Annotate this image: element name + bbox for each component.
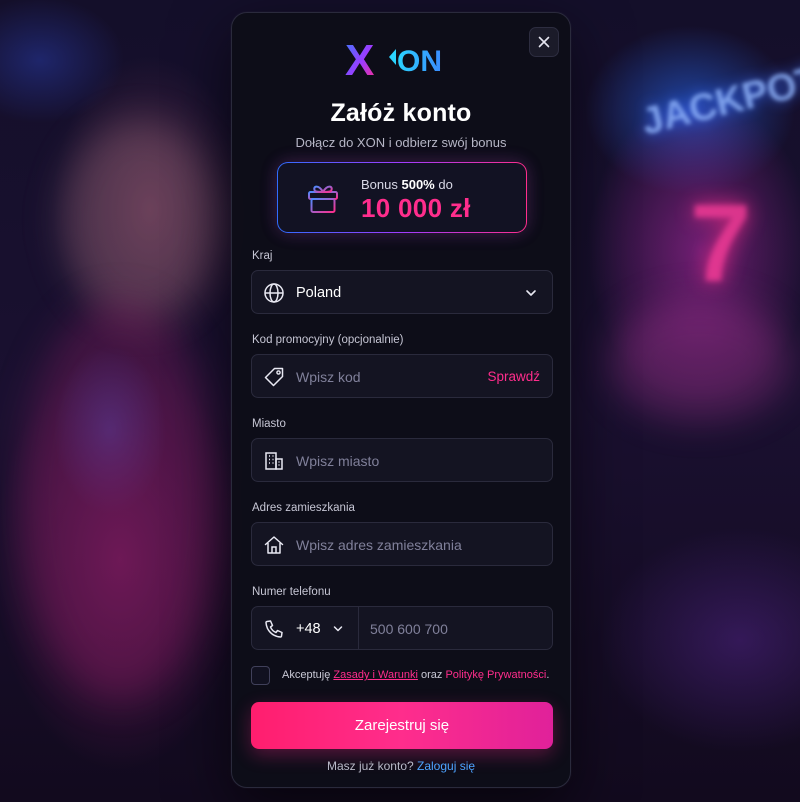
- globe-icon: [264, 283, 284, 303]
- login-link[interactable]: Zaloguj się: [417, 759, 475, 773]
- city-label: Miasto: [252, 418, 286, 430]
- chevron-down-icon[interactable]: [332, 623, 344, 635]
- svg-text:ON: ON: [397, 45, 442, 78]
- address-input[interactable]: Wpisz adres zamieszkania: [251, 522, 553, 566]
- dial-code-select[interactable]: +48: [296, 621, 321, 637]
- bg-slot-seven: 7: [690, 182, 752, 305]
- signup-modal: X ON Załóż konto Dołącz do XON i odbierz…: [231, 12, 571, 788]
- promo-label: Kod promocyjny (opcjonalnie): [252, 334, 404, 346]
- phone-field: +48 500 600 700: [251, 606, 553, 650]
- gift-icon: [308, 185, 338, 213]
- city-placeholder: Wpisz miasto: [296, 453, 380, 469]
- bg-jackpot-sign: JACKPOT: [637, 58, 800, 144]
- terms-checkbox[interactable]: [251, 666, 270, 685]
- login-prompt: Masz już konto? Zaloguj się: [326, 759, 476, 773]
- city-input[interactable]: Wpisz miasto: [251, 438, 553, 482]
- svg-text:X: X: [345, 36, 374, 81]
- check-promo-button[interactable]: Sprawdź: [487, 369, 540, 384]
- country-select[interactable]: Poland: [251, 270, 553, 314]
- xon-logo: X ON: [232, 35, 570, 85]
- page-subtitle: Dołącz do XON i odbierz swój bonus: [295, 135, 507, 150]
- phone-number-input[interactable]: 500 600 700: [370, 621, 448, 637]
- terms-text: Akceptuję Zasady i Warunki oraz Politykę…: [282, 669, 550, 681]
- address-placeholder: Wpisz adres zamieszkania: [296, 537, 462, 553]
- address-label: Adres zamieszkania: [252, 502, 355, 514]
- phone-label: Numer telefonu: [252, 586, 331, 598]
- promo-code-input[interactable]: Wpisz kod Sprawdź: [251, 354, 553, 398]
- bonus-percent: 500%: [401, 177, 435, 192]
- page-title: Załóż konto: [330, 99, 472, 127]
- bg-slot-reels: [610, 300, 790, 420]
- chevron-down-icon: [526, 290, 536, 296]
- terms-link[interactable]: Zasady i Warunki: [333, 669, 418, 681]
- tag-icon: [264, 367, 284, 387]
- building-icon: [265, 452, 283, 470]
- privacy-link[interactable]: Politykę Prywatności: [445, 669, 546, 681]
- home-icon: [264, 536, 284, 554]
- country-value: Poland: [296, 285, 342, 301]
- bonus-caption: Bonus 500% do: [361, 177, 453, 192]
- bg-figure-face: [60, 120, 220, 320]
- country-label: Kraj: [252, 250, 273, 262]
- phone-icon: [265, 620, 283, 638]
- phone-divider: [358, 607, 359, 649]
- register-button[interactable]: Zarejestruj się: [251, 702, 553, 749]
- promo-placeholder: Wpisz kod: [296, 369, 361, 385]
- bonus-banner: Bonus 500% do 10 000 zł: [277, 162, 527, 233]
- bg-figure-body: [20, 300, 220, 700]
- bonus-amount: 10 000 zł: [361, 193, 471, 223]
